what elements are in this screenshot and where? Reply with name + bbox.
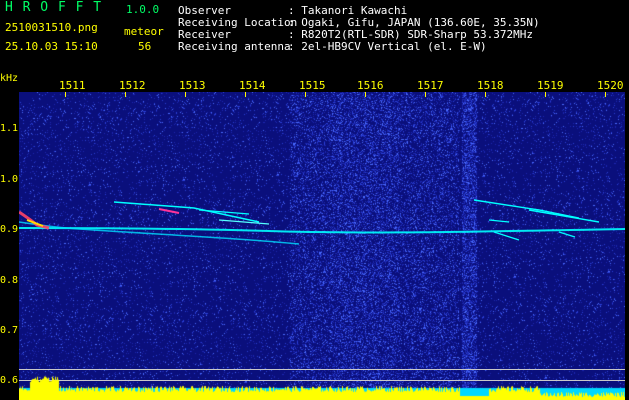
y-tick-label: 0.9 (0, 224, 19, 235)
x-tick (485, 92, 486, 97)
y-tick-label: 0.6 (0, 375, 19, 386)
header-panel: H R O F F T 1.0.0 2510031510.png meteor … (0, 0, 629, 78)
antenna-value: : 2el-HB9CV Vertical (el. E-W) (288, 40, 487, 53)
app-title: H R O F F T (5, 0, 103, 15)
x-tick (125, 92, 126, 97)
meteor-count: 56 (138, 40, 152, 53)
x-tick (65, 92, 66, 97)
x-tick (185, 92, 186, 97)
x-tick (605, 92, 606, 97)
datetime: 25.10.03 15:10 (5, 40, 98, 53)
x-tick-label: 1513 (179, 79, 206, 92)
x-tick (425, 92, 426, 97)
x-tick-label: 1515 (299, 79, 326, 92)
x-tick (245, 92, 246, 97)
x-tick-label: 1519 (537, 79, 564, 92)
x-tick-label: 1518 (477, 79, 504, 92)
meteor-label: meteor (124, 25, 164, 38)
file-name: 2510031510.png (5, 21, 98, 34)
app-version: 1.0.0 (126, 3, 160, 16)
y-tick-label: 0.7 (0, 325, 19, 336)
y-tick-label: 0.8 (0, 275, 19, 286)
x-tick (305, 92, 306, 97)
meteor-echo-traces (19, 199, 625, 245)
x-tick-label: 1511 (59, 79, 86, 92)
antenna-key: Receiving antenna (178, 40, 291, 53)
x-tick-label: 1512 (119, 79, 146, 92)
y-tick-label: 1.0 (0, 174, 19, 185)
x-tick-label: 1520 (597, 79, 624, 92)
spectrogram (19, 92, 625, 400)
signal-level-bars (19, 374, 625, 400)
x-axis-ticks (19, 92, 625, 98)
level-threshold-line (19, 369, 625, 370)
y-tick-label: 1.1 (0, 123, 19, 134)
x-tick (545, 92, 546, 97)
x-tick (365, 92, 366, 97)
x-tick-label: 1516 (357, 79, 384, 92)
x-tick-label: 1517 (417, 79, 444, 92)
x-tick-label: 1514 (239, 79, 266, 92)
y-axis-unit: kHz (0, 73, 19, 84)
